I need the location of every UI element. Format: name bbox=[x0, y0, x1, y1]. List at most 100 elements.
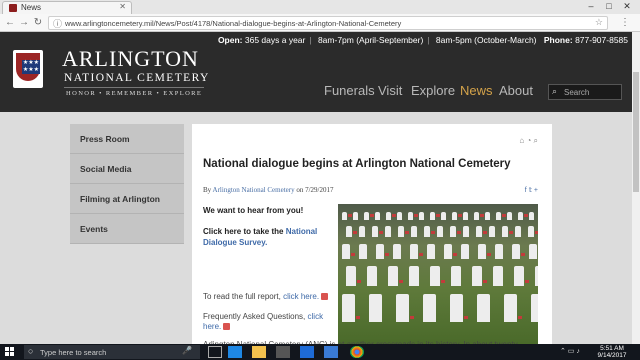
article-panel: ⌂ ◔ ⌕ National dialogue begins at Arling… bbox=[192, 124, 552, 349]
hours-summer: 8am-7pm (April-September) bbox=[317, 35, 424, 45]
full-report-link[interactable]: click here. bbox=[283, 292, 319, 301]
nav-about[interactable]: About bbox=[499, 83, 533, 98]
flag bbox=[535, 231, 538, 234]
logo-name-line2[interactable]: NATIONAL CEMETERY bbox=[64, 72, 210, 84]
headstone bbox=[375, 212, 380, 220]
task-view-icon[interactable] bbox=[208, 346, 222, 358]
pdf-icon[interactable] bbox=[223, 323, 231, 331]
headstone bbox=[359, 244, 367, 259]
forward-icon[interactable]: → bbox=[18, 17, 30, 28]
headstone bbox=[515, 226, 521, 237]
mail-icon[interactable] bbox=[300, 346, 314, 358]
address-bar[interactable]: ⓘ www.arlingtoncemetery.mil/News/Post/41… bbox=[48, 16, 608, 30]
info-bar: Open: 365 days a year | 8am-7pm (April-Se… bbox=[217, 35, 628, 45]
flag bbox=[370, 214, 374, 217]
headstone bbox=[353, 212, 358, 220]
headstone bbox=[507, 212, 512, 220]
flag bbox=[405, 231, 409, 234]
browser-menu-icon[interactable]: ⋮ bbox=[620, 17, 630, 28]
site-search-input[interactable]: ⌕ Search bbox=[548, 84, 622, 100]
headstone bbox=[472, 266, 482, 286]
browser-tab[interactable]: News ✕ bbox=[2, 1, 132, 14]
windows-start-icon[interactable] bbox=[5, 347, 15, 357]
pdf-icon[interactable] bbox=[321, 293, 329, 301]
url-text[interactable]: www.arlingtoncemetery.mil/News/Post/4178… bbox=[65, 19, 401, 28]
headstone bbox=[393, 244, 401, 259]
by-prefix: By bbox=[203, 186, 212, 194]
nav-funerals[interactable]: Funerals bbox=[324, 83, 375, 98]
sidebar-item-social-media[interactable]: Social Media bbox=[70, 154, 184, 184]
flag bbox=[509, 231, 513, 234]
close-window-icon[interactable]: ✕ bbox=[620, 1, 634, 12]
bookmark-star-icon[interactable]: ☆ bbox=[595, 17, 603, 28]
headstone bbox=[367, 266, 377, 286]
headstone bbox=[369, 294, 382, 322]
system-tray[interactable]: ⌃ ▭ ♪ bbox=[560, 347, 580, 355]
headstone bbox=[504, 294, 517, 322]
taskbar-search-input[interactable]: ○ Type here to search 🎤 bbox=[24, 345, 200, 359]
search-icon: ⌕ bbox=[552, 86, 558, 96]
headstone bbox=[463, 212, 468, 220]
app-icon[interactable] bbox=[324, 346, 338, 358]
tab-title: News bbox=[21, 3, 42, 12]
headstone bbox=[493, 266, 503, 286]
back-icon[interactable]: ← bbox=[4, 17, 16, 28]
flag bbox=[524, 214, 528, 217]
flag bbox=[392, 214, 396, 217]
clock-time: 5:51 AM bbox=[600, 345, 624, 352]
headstone bbox=[359, 226, 365, 237]
headstone bbox=[388, 266, 398, 286]
headstone bbox=[427, 244, 435, 259]
twitter-icon[interactable]: 𝕥 bbox=[529, 187, 532, 194]
reload-icon[interactable]: ↻ bbox=[32, 17, 44, 28]
faq-line: Frequently Asked Questions, click here. bbox=[203, 312, 335, 332]
file-explorer-icon[interactable] bbox=[252, 346, 266, 358]
article-title: National dialogue begins at Arlington Na… bbox=[203, 158, 511, 170]
info-icon[interactable]: ⓘ bbox=[53, 17, 62, 30]
headstone bbox=[518, 212, 523, 220]
full-report-text: To read the full report, bbox=[203, 292, 281, 301]
rss-icon[interactable]: ◔ bbox=[526, 136, 531, 145]
microphone-icon[interactable]: 🎤 bbox=[182, 346, 192, 355]
page-body: Press Room Social Media Filming at Arlin… bbox=[0, 112, 632, 349]
home-icon[interactable]: ⌂ bbox=[519, 136, 524, 145]
cemetery-photo: (function(){ var p = document.currentScr… bbox=[338, 204, 538, 344]
nav-visit[interactable]: Visit bbox=[378, 83, 402, 98]
nav-explore[interactable]: Explore bbox=[411, 83, 455, 98]
phone-label: Phone: bbox=[543, 35, 573, 45]
nav-news[interactable]: News bbox=[460, 83, 493, 98]
sidebar-item-filming[interactable]: Filming at Arlington bbox=[70, 184, 184, 214]
flag bbox=[518, 316, 522, 319]
flag bbox=[353, 231, 357, 234]
author-link[interactable]: Arlington National Cemetery bbox=[213, 186, 295, 194]
minimize-icon[interactable]: – bbox=[584, 1, 598, 11]
edge-icon[interactable] bbox=[228, 346, 242, 358]
chrome-icon[interactable] bbox=[350, 346, 364, 358]
headstone bbox=[437, 226, 443, 237]
maximize-icon[interactable]: □ bbox=[602, 1, 616, 11]
sidebar-item-events[interactable]: Events bbox=[70, 214, 184, 244]
logo-divider bbox=[64, 87, 204, 88]
close-tab-icon[interactable]: ✕ bbox=[119, 2, 126, 11]
browser-tabbar: News ✕ – □ ✕ bbox=[0, 0, 640, 14]
logo-crest-icon[interactable]: ★★★ ★★★ bbox=[13, 50, 43, 88]
page-scrollbar[interactable] bbox=[632, 32, 640, 344]
facebook-icon[interactable]: f bbox=[525, 187, 527, 194]
more-share-icon[interactable]: + bbox=[534, 187, 538, 194]
flag bbox=[487, 253, 491, 256]
flag bbox=[483, 280, 487, 283]
headstone bbox=[531, 294, 538, 322]
scrollbar-thumb[interactable] bbox=[633, 72, 639, 192]
headstone bbox=[342, 294, 355, 322]
logo-name-line1[interactable]: ARLINGTON bbox=[62, 46, 199, 72]
taskbar-clock[interactable]: 5:51 AM 9/14/2017 bbox=[592, 345, 632, 359]
headstone bbox=[450, 294, 463, 322]
store-icon[interactable] bbox=[276, 346, 290, 358]
flag bbox=[379, 231, 383, 234]
search-icon[interactable]: ⌕ bbox=[534, 136, 538, 145]
sidebar-item-press-room[interactable]: Press Room bbox=[70, 124, 184, 154]
headstone bbox=[478, 244, 486, 259]
phone-value: 877-907-8585 bbox=[575, 35, 628, 45]
byline: By Arlington National Cemetery on 7/29/2… bbox=[203, 186, 333, 194]
browser-toolbar: ← → ↻ ⓘ www.arlingtoncemetery.mil/News/P… bbox=[0, 14, 640, 32]
